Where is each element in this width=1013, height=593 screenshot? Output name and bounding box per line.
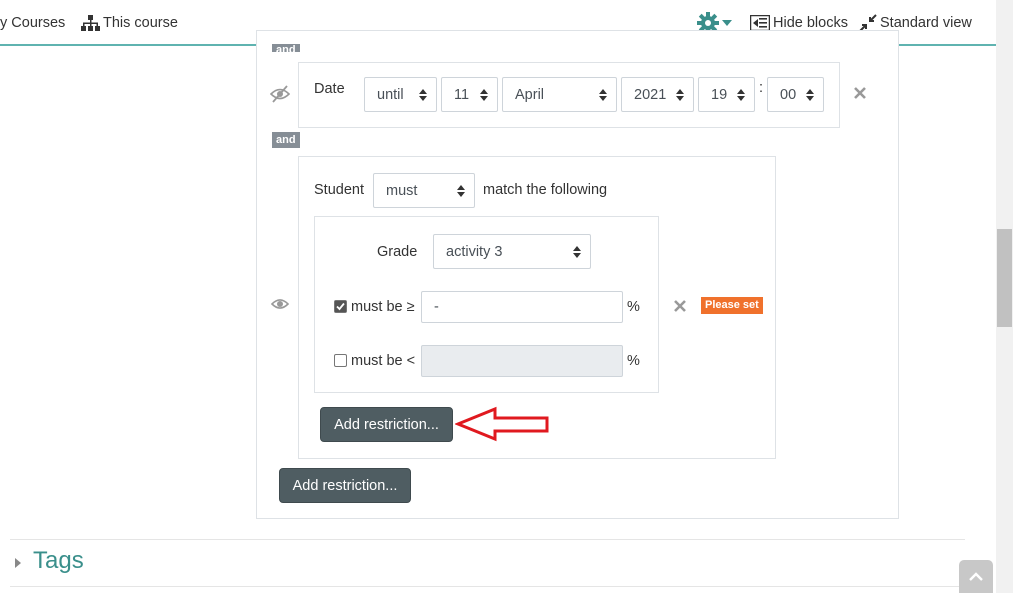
scrollbar-thumb[interactable] bbox=[997, 229, 1012, 327]
and-badge-label: and bbox=[276, 134, 296, 146]
min-grade-input[interactable]: - bbox=[421, 291, 623, 323]
must-select[interactable]: must bbox=[373, 173, 475, 208]
grade-activity-select[interactable]: activity 3 bbox=[433, 234, 591, 269]
tags-section-title[interactable]: Tags bbox=[33, 547, 84, 575]
min-grade-label: must be ≥ bbox=[351, 299, 415, 315]
and-badge-top-label: and bbox=[276, 44, 296, 52]
expand-caret-icon[interactable] bbox=[14, 557, 22, 573]
grade-activity-value: activity 3 bbox=[446, 243, 503, 260]
this-course-link[interactable]: This course bbox=[81, 13, 178, 33]
eye-icon[interactable] bbox=[270, 297, 290, 315]
select-caret-icon bbox=[599, 89, 607, 101]
date-label: Date bbox=[314, 81, 345, 97]
select-caret-icon bbox=[419, 89, 427, 101]
and-badge-top: and bbox=[272, 44, 300, 52]
must-value: must bbox=[386, 182, 418, 199]
delete-date-condition-icon[interactable] bbox=[853, 86, 867, 104]
and-badge: and bbox=[272, 132, 300, 148]
min-grade-value: - bbox=[434, 299, 439, 315]
add-restriction-outer-button[interactable]: Add restriction... bbox=[279, 468, 411, 503]
hide-blocks-label: Hide blocks bbox=[773, 15, 848, 31]
please-set-badge: Please set bbox=[701, 297, 763, 314]
standard-view-label: Standard view bbox=[880, 15, 972, 31]
select-caret-icon bbox=[806, 89, 814, 101]
eye-slash-icon[interactable] bbox=[269, 85, 291, 107]
tags-title-label: Tags bbox=[33, 547, 84, 574]
date-year-select[interactable]: 2021 bbox=[621, 77, 694, 112]
date-hour-select[interactable]: 19 bbox=[698, 77, 755, 112]
date-month-value: April bbox=[515, 86, 545, 103]
hide-blocks-icon bbox=[750, 15, 770, 31]
date-minute-select[interactable]: 00 bbox=[767, 77, 824, 112]
max-grade-checkbox[interactable] bbox=[334, 354, 347, 367]
my-courses-link[interactable]: y Courses bbox=[0, 13, 65, 33]
caret-down-icon bbox=[722, 20, 732, 26]
add-restriction-inner-label: Add restriction... bbox=[334, 416, 439, 433]
add-restriction-inner-button[interactable]: Add restriction... bbox=[320, 407, 453, 442]
section-divider bbox=[10, 539, 965, 540]
my-courses-label: y Courses bbox=[0, 15, 66, 31]
date-hour-value: 19 bbox=[711, 86, 728, 103]
student-label: Student bbox=[314, 182, 364, 198]
max-percent-sign: % bbox=[627, 353, 640, 369]
please-set-label: Please set bbox=[705, 299, 759, 311]
sitemap-icon bbox=[81, 14, 100, 32]
date-day-value: 11 bbox=[454, 86, 470, 103]
max-grade-label: must be < bbox=[351, 353, 416, 369]
date-minute-value: 00 bbox=[780, 86, 797, 103]
max-grade-input[interactable] bbox=[421, 345, 623, 377]
chevron-up-icon bbox=[969, 569, 983, 585]
red-arrow-annotation bbox=[454, 406, 551, 446]
date-direction-value: until bbox=[377, 86, 404, 103]
this-course-label: This course bbox=[103, 15, 178, 31]
min-grade-checkbox[interactable] bbox=[334, 300, 347, 313]
select-caret-icon bbox=[573, 246, 581, 258]
add-restriction-outer-label: Add restriction... bbox=[292, 477, 398, 494]
date-day-select[interactable]: 11 bbox=[441, 77, 498, 112]
section-divider bbox=[10, 586, 965, 587]
vertical-scrollbar[interactable] bbox=[996, 0, 1013, 593]
select-caret-icon bbox=[676, 89, 684, 101]
grade-label: Grade bbox=[377, 244, 418, 260]
select-caret-icon bbox=[480, 89, 488, 101]
date-direction-select[interactable]: until bbox=[364, 77, 437, 112]
match-following-text: match the following bbox=[483, 182, 608, 198]
back-to-top-button[interactable] bbox=[959, 560, 993, 593]
min-percent-sign: % bbox=[627, 299, 640, 315]
time-colon: : bbox=[759, 80, 764, 96]
select-caret-icon bbox=[457, 185, 465, 197]
select-caret-icon bbox=[737, 89, 745, 101]
delete-grade-condition-icon[interactable] bbox=[673, 299, 687, 317]
date-year-value: 2021 bbox=[634, 86, 667, 103]
date-month-select[interactable]: April bbox=[502, 77, 617, 112]
